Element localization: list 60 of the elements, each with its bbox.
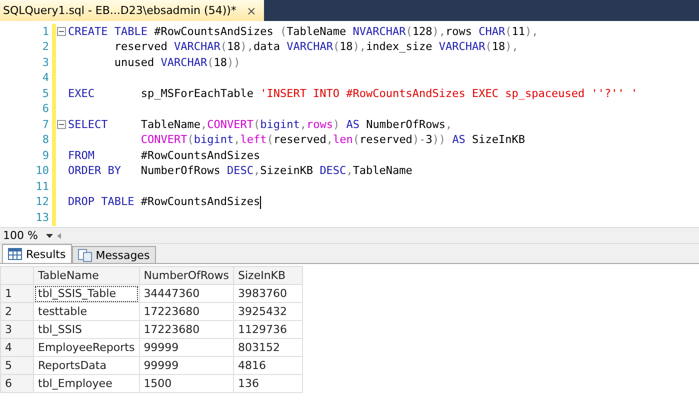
table-cell: 803152	[234, 338, 303, 356]
row-number: 5	[0, 356, 34, 374]
document-tab[interactable]: SQLQuery1.sql - EB...D23\ebsadmin (54))* ×	[0, 0, 264, 21]
table-cell: tbl_SSIS_Table	[34, 284, 140, 302]
code-line: EXEC sp_MSForEachTable 'INSERT INTO #RowCountsAndSizes EXEC sp_spaceused ''?'' '	[67, 86, 638, 101]
table-cell: tbl_SSIS	[34, 320, 140, 338]
row-number: 2	[0, 302, 34, 320]
results-tab[interactable]: Results	[2, 244, 72, 263]
results-tab[interactable]: Messages	[72, 246, 156, 263]
code-line: ORDER BY NumberOfRows DESC,SizeinKB DESC,TableName	[67, 164, 412, 178]
line-number: 7	[42, 118, 49, 132]
line-number: 3	[42, 56, 49, 70]
table-cell: testtable	[34, 302, 140, 320]
code-line: unused VARCHAR(18))	[113, 56, 240, 70]
caret-icon	[46, 234, 53, 238]
collapse-icon[interactable]	[57, 27, 66, 36]
line-number: 1	[42, 24, 49, 39]
table-cell: 4816	[234, 356, 303, 374]
table-cell: EmployeeReports	[34, 338, 140, 356]
code-line: DROP TABLE #RowCountsAndSizes	[67, 195, 262, 210]
line-number: 8	[42, 133, 49, 148]
table-cell: 99999	[139, 338, 234, 356]
table-cell: 3925432	[234, 302, 303, 320]
table-cell: ReportsData	[34, 356, 140, 374]
code-line: FROM #RowCountsAndSizes	[67, 148, 260, 163]
close-button[interactable]: ×	[246, 4, 256, 18]
line-number: 5	[42, 86, 49, 101]
column-header[interactable]: TableName	[34, 266, 140, 284]
line-number: 9	[42, 148, 49, 163]
line-number: 10	[36, 164, 49, 178]
code-line: CREATE TABLE #RowCountsAndSizes (TableName NVARCHAR(128),rows CHAR(11),	[67, 24, 538, 39]
collapse-icon[interactable]	[57, 120, 66, 130]
row-number: 6	[0, 374, 34, 392]
line-number: 4	[42, 71, 49, 86]
table-cell: 34447360	[139, 284, 234, 302]
zoom-dropdown[interactable]: 100 %	[0, 229, 53, 242]
table-cell: 17223680	[139, 320, 234, 338]
line-number: 6	[42, 102, 49, 116]
row-number: 3	[0, 320, 34, 338]
table-cell: 1500	[139, 374, 234, 392]
line-number: 2	[42, 40, 49, 54]
code-line: SELECT TableName,CONVERT(bigint,rows) AS NumberOfRows,	[67, 118, 452, 132]
code-line: reserved VARCHAR(18),data VARCHAR(18),index_size VARCHAR(18),	[113, 40, 518, 54]
line-number: 12	[36, 195, 49, 210]
table-cell: tbl_Employee	[34, 374, 140, 392]
document-title: SQLQuery1.sql - EB...D23\ebsadmin (54))*	[3, 4, 236, 17]
grid-icon	[8, 248, 22, 260]
column-header[interactable]: SizeInKB	[234, 266, 303, 284]
document-icon	[78, 248, 92, 262]
table-cell: 3983760	[234, 284, 303, 302]
line-number: 11	[36, 180, 49, 194]
table-cell: 17223680	[139, 302, 234, 320]
line-number: 13	[36, 210, 49, 225]
column-header[interactable]: NumberOfRows	[139, 266, 234, 284]
table-cell: 136	[234, 374, 303, 392]
row-number: 4	[0, 338, 34, 356]
row-number: 1	[0, 284, 34, 302]
code-line: CONVERT(bigint,left(reserved,len(reserved)-3)) AS SizeInKB	[140, 133, 526, 148]
table-cell: 99999	[139, 356, 234, 374]
table-cell: 1129736	[234, 320, 303, 338]
